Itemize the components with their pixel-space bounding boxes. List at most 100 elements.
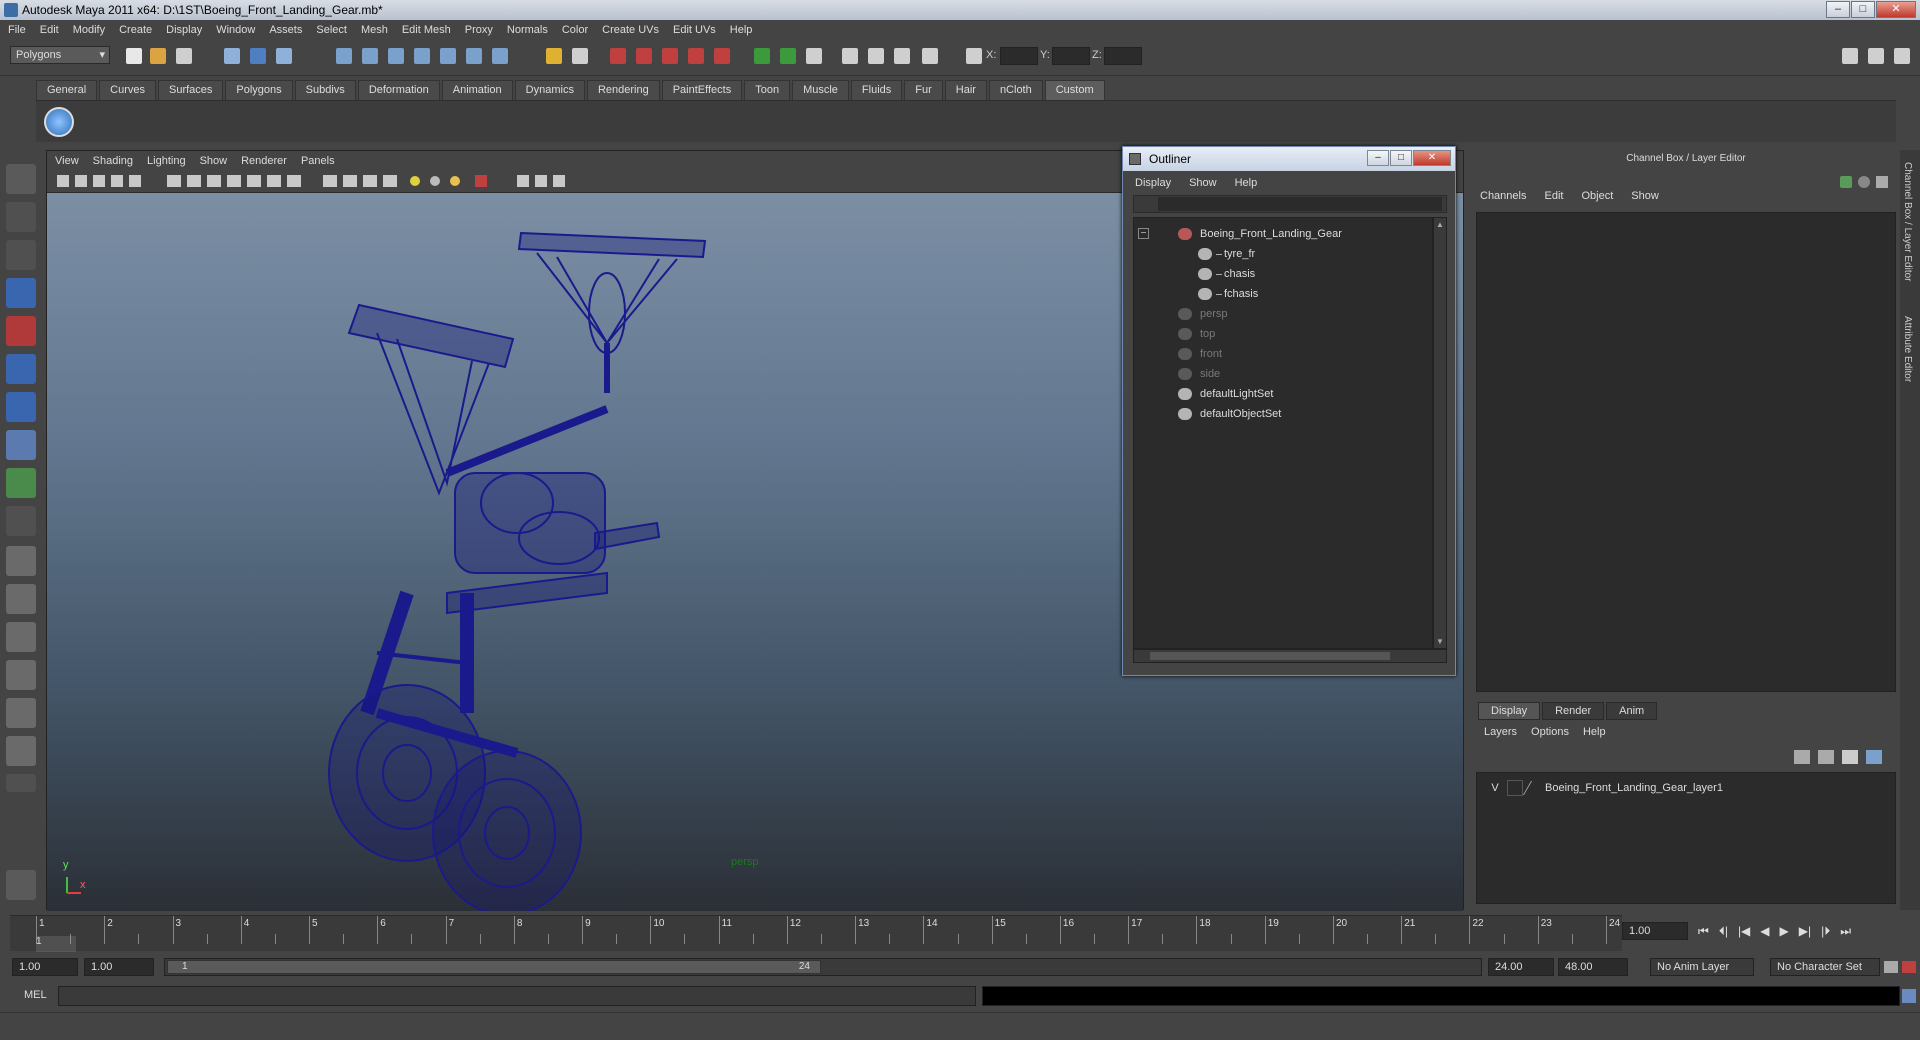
input-ops-icon[interactable] bbox=[572, 48, 588, 64]
show-manipulator-icon[interactable] bbox=[6, 468, 36, 498]
select-component-icon[interactable] bbox=[276, 48, 292, 64]
snap-view-plane-icon[interactable] bbox=[414, 48, 430, 64]
menu-create-uvs[interactable]: Create UVs bbox=[602, 24, 659, 36]
range-slider[interactable]: 1 24 bbox=[164, 958, 1482, 976]
step-back-key-icon[interactable]: ⏴| bbox=[1719, 924, 1728, 939]
outliner-titlebar[interactable]: Outliner – □ ✕ bbox=[1123, 147, 1455, 171]
script-editor-button-icon[interactable] bbox=[1902, 989, 1916, 1003]
last-tool-icon[interactable] bbox=[6, 506, 36, 536]
current-frame-field[interactable]: 1.00 bbox=[1622, 922, 1688, 940]
render-settings-icon[interactable] bbox=[662, 48, 678, 64]
viewport-menu-panels[interactable]: Panels bbox=[301, 155, 335, 167]
persp-outliner-layout-icon[interactable] bbox=[6, 622, 36, 652]
scale-tool-icon[interactable] bbox=[6, 354, 36, 384]
viewport-menu-renderer[interactable]: Renderer bbox=[241, 155, 287, 167]
new-layer-selected-icon[interactable] bbox=[1866, 750, 1882, 764]
tab-fur[interactable]: Fur bbox=[904, 80, 943, 100]
tab-hair[interactable]: Hair bbox=[944, 80, 987, 100]
outliner-graph-layout-icon[interactable] bbox=[6, 698, 36, 728]
snap-point-icon[interactable] bbox=[388, 48, 404, 64]
step-forward-key-icon[interactable]: |⏵ bbox=[1821, 924, 1830, 939]
single-perspective-layout-icon[interactable] bbox=[6, 546, 36, 576]
lock-icon[interactable] bbox=[546, 48, 562, 64]
viewport-menu-show[interactable]: Show bbox=[200, 155, 228, 167]
expand-collapse-icon[interactable]: − bbox=[1138, 228, 1149, 239]
outliner-hscroll-thumb[interactable] bbox=[1150, 652, 1390, 660]
menu-edit[interactable]: Edit bbox=[40, 24, 59, 36]
outliner-maximize-button[interactable]: □ bbox=[1390, 150, 1412, 166]
y-field[interactable] bbox=[1052, 47, 1090, 65]
layer-name[interactable]: Boeing_Front_Landing_Gear_layer1 bbox=[1545, 779, 1723, 797]
tab-deformation[interactable]: Deformation bbox=[357, 80, 440, 100]
menu-create[interactable]: Create bbox=[119, 24, 152, 36]
layer-tab-anim[interactable]: Anim bbox=[1606, 702, 1658, 720]
character-set-selector[interactable]: No Character Set bbox=[1770, 958, 1880, 976]
tab-toon[interactable]: Toon bbox=[744, 80, 791, 100]
lasso-tool-icon[interactable] bbox=[6, 202, 36, 232]
anim-layer-selector[interactable]: No Anim Layer bbox=[1650, 958, 1754, 976]
scroll-down-icon[interactable]: ▼ bbox=[1436, 637, 1444, 646]
tab-subdivs[interactable]: Subdivs bbox=[294, 80, 356, 100]
channel-box-area[interactable] bbox=[1476, 212, 1896, 692]
outliner-filter-input[interactable] bbox=[1158, 197, 1442, 211]
command-language-label[interactable]: MEL bbox=[24, 989, 47, 1001]
tab-ncloth[interactable]: nCloth bbox=[988, 80, 1043, 100]
attribute-editor-toggle-icon[interactable] bbox=[1842, 48, 1858, 64]
tab-polygons[interactable]: Polygons bbox=[225, 80, 293, 100]
go-to-start-icon[interactable]: ⏮ bbox=[1698, 924, 1709, 939]
snap-curve-icon[interactable] bbox=[362, 48, 378, 64]
layer-type-toggle[interactable] bbox=[1507, 780, 1523, 796]
viewport-toolbar-icons[interactable] bbox=[47, 171, 567, 193]
paint-select-tool-icon[interactable] bbox=[6, 240, 36, 270]
script-editor-icon[interactable] bbox=[806, 48, 822, 64]
absolute-transform-icon[interactable] bbox=[966, 48, 982, 64]
menu-modify[interactable]: Modify bbox=[73, 24, 105, 36]
hypergraph-icon[interactable] bbox=[894, 48, 910, 64]
cb-menu-show[interactable]: Show bbox=[1631, 190, 1659, 202]
close-button[interactable]: ✕ bbox=[1876, 1, 1916, 18]
viewport-menu-lighting[interactable]: Lighting bbox=[147, 155, 186, 167]
menu-set-selector[interactable]: Polygons ▾ bbox=[10, 46, 110, 64]
time-slider[interactable]: 1 2 3 4 5 6 7 8 9 10 11 12 13 14 15 16 17 18 19 20 21 22 23 24 … bbox=[10, 915, 1622, 952]
menu-edit-mesh[interactable]: Edit Mesh bbox=[402, 24, 451, 36]
outliner-menu-show[interactable]: Show bbox=[1189, 177, 1217, 189]
layer-tab-display[interactable]: Display bbox=[1478, 702, 1541, 720]
menu-window[interactable]: Window bbox=[216, 24, 255, 36]
menu-edit-uvs[interactable]: Edit UVs bbox=[673, 24, 716, 36]
layer-menu-help[interactable]: Help bbox=[1583, 726, 1606, 738]
animation-end-field[interactable]: 48.00 bbox=[1558, 958, 1628, 976]
menu-file[interactable]: File bbox=[8, 24, 26, 36]
menu-normals[interactable]: Normals bbox=[507, 24, 548, 36]
minimize-button[interactable]: – bbox=[1826, 1, 1850, 18]
channel-box-speed-icon[interactable] bbox=[1858, 176, 1870, 188]
step-back-frame-icon[interactable]: |◀ bbox=[1738, 924, 1750, 939]
tab-muscle[interactable]: Muscle bbox=[792, 80, 849, 100]
play-backward-icon[interactable]: ◀ bbox=[1760, 924, 1769, 939]
current-time-marker[interactable] bbox=[36, 936, 76, 952]
select-object-icon[interactable] bbox=[250, 48, 266, 64]
persp-graph-layout-icon[interactable] bbox=[6, 660, 36, 690]
soft-mod-tool-icon[interactable] bbox=[6, 430, 36, 460]
menu-assets[interactable]: Assets bbox=[269, 24, 302, 36]
maximize-button[interactable]: □ bbox=[1851, 1, 1875, 18]
animation-start-field[interactable]: 1.00 bbox=[12, 958, 78, 976]
more-layouts-icon[interactable] bbox=[6, 774, 36, 792]
open-scene-icon[interactable] bbox=[150, 48, 166, 64]
layer-row[interactable]: V Boeing_Front_Landing_Gear_layer1 bbox=[1483, 779, 1889, 797]
tab-custom[interactable]: Custom bbox=[1044, 80, 1105, 100]
layer-move-up-icon[interactable] bbox=[1794, 750, 1810, 764]
command-input[interactable] bbox=[58, 986, 976, 1006]
menu-help[interactable]: Help bbox=[730, 24, 753, 36]
play-forward-icon[interactable]: ▶ bbox=[1780, 924, 1789, 939]
channel-box-key-icon[interactable] bbox=[1840, 176, 1852, 188]
transform-constraint-icon[interactable] bbox=[754, 48, 770, 64]
menu-color[interactable]: Color bbox=[562, 24, 588, 36]
cb-menu-object[interactable]: Object bbox=[1581, 190, 1613, 202]
ipr-render-icon[interactable] bbox=[636, 48, 652, 64]
snap-grid-icon[interactable] bbox=[336, 48, 352, 64]
tab-fluids[interactable]: Fluids bbox=[850, 80, 903, 100]
hypershade-layout-icon[interactable] bbox=[6, 736, 36, 766]
go-to-end-icon[interactable]: ⏭ bbox=[1840, 924, 1851, 939]
tab-dynamics[interactable]: Dynamics bbox=[514, 80, 585, 100]
layer-color-swatch[interactable] bbox=[1522, 781, 1544, 795]
